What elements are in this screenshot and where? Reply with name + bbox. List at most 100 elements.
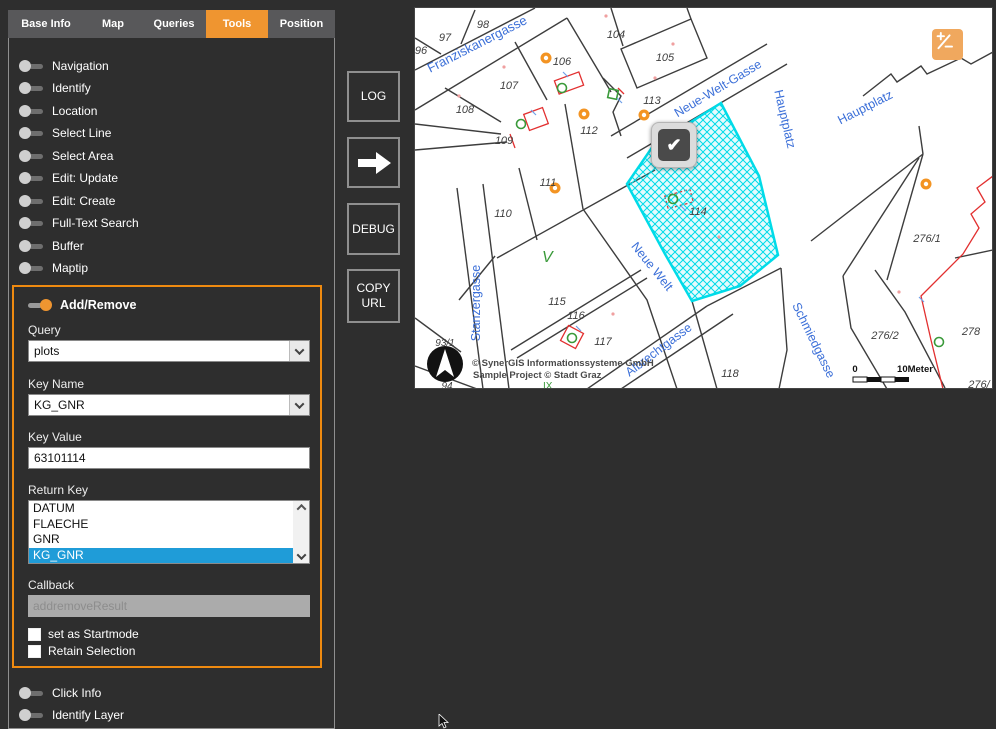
svg-text:© SynerGIS Informationssysteme: © SynerGIS Informationssysteme GmbH	[472, 358, 654, 369]
tab-position[interactable]: Position	[268, 10, 335, 38]
svg-text:116: 116	[567, 310, 585, 322]
toggle-off-icon[interactable]	[19, 687, 45, 699]
tool-location[interactable]: Location	[19, 101, 97, 121]
list-option[interactable]: GNR	[29, 532, 309, 548]
startmode-checkbox-row[interactable]: set as Startmode	[28, 627, 139, 641]
svg-text:114: 114	[689, 206, 707, 218]
chevron-down-icon[interactable]	[289, 341, 309, 361]
tool-identify-layer[interactable]: Identify Layer	[19, 705, 124, 725]
toggle-off-icon[interactable]	[19, 82, 45, 94]
tool-select-line[interactable]: Select Line	[19, 123, 111, 143]
copy-url-button[interactable]: COPY URL	[347, 269, 400, 323]
svg-text:115: 115	[548, 296, 566, 308]
query-label: Query	[28, 323, 61, 337]
tool-edit-create[interactable]: Edit: Create	[19, 191, 115, 211]
add-remove-panel: Add/Remove Query plots Key Name KG_GNR K…	[12, 285, 322, 668]
add-remove-mode-button[interactable]	[932, 29, 963, 60]
map-viewport[interactable]: V IX 96 97 98 104 105 106	[414, 7, 993, 389]
retain-selection-checkbox-row[interactable]: Retain Selection	[28, 644, 135, 658]
svg-text:Hauptplatz: Hauptplatz	[771, 88, 798, 149]
svg-text:278: 278	[961, 326, 981, 338]
panel-title: Add/Remove	[60, 298, 136, 312]
svg-text:111: 111	[540, 177, 557, 189]
tool-navigation[interactable]: Navigation	[19, 56, 109, 76]
list-option[interactable]: FLAECHE	[29, 517, 309, 533]
tool-select-area[interactable]: Select Area	[19, 146, 113, 166]
checkbox-unchecked[interactable]	[28, 628, 41, 641]
listbox-scrollbar[interactable]	[293, 501, 309, 563]
tool-fulltext-search[interactable]: Full-Text Search	[19, 213, 139, 233]
callback-label: Callback	[28, 578, 74, 592]
toggle-off-icon[interactable]	[19, 709, 45, 721]
return-key-label: Return Key	[28, 483, 88, 497]
toggle-off-icon[interactable]	[19, 195, 45, 207]
tool-edit-update[interactable]: Edit: Update	[19, 168, 118, 188]
svg-text:276/2: 276/2	[870, 330, 899, 342]
list-option-selected[interactable]: KG_GNR	[29, 548, 309, 564]
svg-text:97: 97	[439, 32, 452, 44]
next-arrow-button[interactable]	[347, 137, 400, 188]
key-value-input[interactable]: 63101114	[28, 447, 310, 469]
toggle-off-icon[interactable]	[19, 262, 45, 274]
svg-text:113: 113	[643, 95, 661, 107]
tool-buffer[interactable]: Buffer	[19, 236, 84, 256]
checkbox-unchecked[interactable]	[28, 645, 41, 658]
green-symbol-v: V	[542, 249, 554, 266]
tab-base-info[interactable]: Base Info	[8, 10, 84, 38]
add-remove-header[interactable]: Add/Remove	[26, 298, 136, 312]
toggle-on-icon[interactable]	[26, 299, 52, 311]
tab-tools[interactable]: Tools	[206, 10, 268, 38]
svg-text:Schmiedgasse: Schmiedgasse	[789, 300, 838, 380]
tool-identify[interactable]: Identify	[19, 78, 91, 98]
svg-text:Stanzergasse: Stanzergasse	[469, 265, 483, 341]
tool-click-info[interactable]: Click Info	[19, 683, 101, 703]
toggle-off-icon[interactable]	[19, 240, 45, 252]
svg-text:94: 94	[441, 381, 453, 389]
key-name-label: Key Name	[28, 377, 84, 391]
arrow-right-icon	[354, 149, 394, 177]
svg-text:105: 105	[656, 52, 675, 64]
debug-button[interactable]: DEBUG	[347, 203, 400, 255]
key-name-select[interactable]: KG_GNR	[28, 394, 310, 416]
scroll-up-icon[interactable]	[296, 504, 306, 514]
plus-minus-icon	[932, 29, 956, 53]
check-icon: ✔	[666, 135, 681, 156]
svg-text:0: 0	[852, 364, 857, 375]
svg-text:276/: 276/	[967, 379, 990, 389]
toggle-off-icon[interactable]	[19, 127, 45, 139]
tab-map[interactable]: Map	[84, 10, 142, 38]
toggle-off-icon[interactable]	[19, 217, 45, 229]
green-symbol-ix: IX	[543, 381, 553, 389]
chevron-down-icon[interactable]	[289, 395, 309, 415]
svg-text:96: 96	[415, 45, 428, 57]
scroll-down-icon[interactable]	[296, 550, 306, 560]
svg-text:109: 109	[495, 135, 513, 147]
svg-text:276/1: 276/1	[912, 233, 941, 245]
confirm-selection-button[interactable]: ✔	[651, 122, 697, 168]
svg-text:110: 110	[494, 208, 512, 220]
svg-text:Albrechtgasse: Albrechtgasse	[623, 320, 695, 379]
toggle-off-icon[interactable]	[19, 60, 45, 72]
tab-bar: Base Info Map Queries Tools Position	[8, 10, 335, 38]
svg-text:Sample Project © Stadt Graz: Sample Project © Stadt Graz	[473, 370, 602, 381]
tab-queries[interactable]: Queries	[142, 10, 206, 38]
query-select[interactable]: plots	[28, 340, 310, 362]
svg-text:118: 118	[721, 368, 739, 380]
svg-text:112: 112	[580, 125, 598, 137]
svg-text:10Meter: 10Meter	[897, 364, 933, 375]
toggle-off-icon[interactable]	[19, 172, 45, 184]
svg-text:117: 117	[594, 336, 612, 348]
svg-text:107: 107	[500, 80, 519, 92]
svg-text:108: 108	[456, 104, 475, 116]
return-key-listbox[interactable]: DATUM FLAECHE GNR KG_GNR	[28, 500, 310, 564]
map-canvas: V IX 96 97 98 104 105 106	[415, 8, 993, 389]
toggle-off-icon[interactable]	[19, 105, 45, 117]
log-button[interactable]: LOG	[347, 71, 400, 122]
list-option[interactable]: DATUM	[29, 501, 309, 517]
callback-input: addremoveResult	[28, 595, 310, 617]
toggle-off-icon[interactable]	[19, 150, 45, 162]
mouse-cursor	[438, 714, 451, 729]
tool-maptip[interactable]: Maptip	[19, 258, 88, 278]
svg-text:106: 106	[553, 56, 572, 68]
svg-text:104: 104	[607, 29, 625, 41]
